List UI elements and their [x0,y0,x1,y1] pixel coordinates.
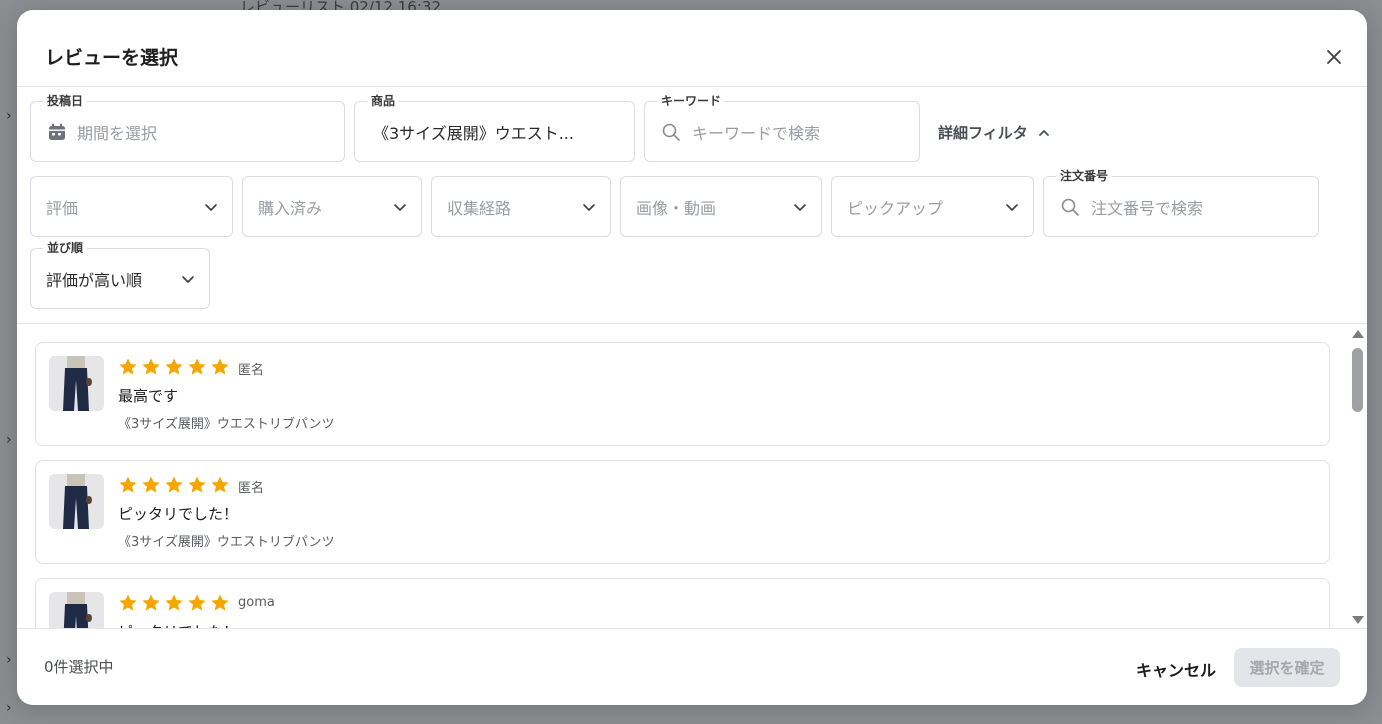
detail-filter-toggle[interactable]: 詳細フィルタ [938,122,1050,143]
star-icon [211,476,229,493]
search-icon [1061,198,1079,216]
media-select-placeholder: 画像・動画 [636,198,717,218]
product-thumbnail [49,356,104,411]
keyword-field-placeholder: キーワードで検索 [692,123,821,143]
chevron-right-icon: › [6,700,12,716]
review-list[interactable]: 匿名 最高です 《3サイズ展開》ウエストリブパンツ 匿名 ピッタリでした！ 《3サイズ展開… [17,324,1367,628]
chevron-down-icon [1006,203,1018,211]
rating-select-placeholder: 評価 [46,198,79,218]
product-thumbnail [49,592,104,628]
star-icon [211,358,229,375]
star-icon [119,594,137,611]
star-icon [165,358,183,375]
review-list-scrollbar[interactable] [1350,328,1365,628]
product-field[interactable]: 商品 《3サイズ展開》ウエスト... [354,93,635,162]
pickup-select-placeholder: ピックアップ [847,198,944,218]
purchased-select[interactable]: 購入済み [242,176,422,237]
date-range-field[interactable]: 投稿日 期間を選択 [30,93,345,162]
cancel-button[interactable]: キャンセル [1129,650,1223,688]
keyword-field[interactable]: キーワード キーワードで検索 [644,93,920,162]
review-author: 匿名 [238,363,265,378]
product-field-value: 《3サイズ展開》ウエスト... [373,123,574,143]
close-button[interactable] [1325,48,1343,66]
close-icon [1327,50,1341,64]
review-card[interactable]: 匿名ピッタリでした！ 《3サイズ展開》ウエストリブパンツ [35,460,1330,564]
star-icon [211,594,229,611]
calendar-icon [49,123,65,140]
review-author: goma [238,595,275,610]
confirm-selection-button[interactable]: 選択を確定 [1234,648,1340,687]
chevron-down-icon [205,203,217,211]
chevron-down-icon [583,203,595,211]
chevron-up-icon [1038,129,1049,136]
star-icon [188,358,206,375]
star-icon [142,594,160,611]
chevron-down-icon [182,275,194,283]
star-icon [165,594,183,611]
star-icon [119,358,137,375]
review-text: ピッタリでした！ [118,621,238,628]
channel-select[interactable]: 収集経路 [431,176,611,237]
scroll-down-arrow[interactable] [1352,616,1364,624]
review-card[interactable]: gomaピッタリでした！《3サイズ展開》ウエストリブパンツ [35,578,1330,628]
review-select-modal: レビューを選択 投稿日 期間を選択 商品 《3サイズ展開》ウエスト... キーワ… [17,10,1367,705]
date-field-label: 投稿日 [43,93,88,109]
detail-filter-label: 詳細フィルタ [938,124,1028,142]
star-rating [118,593,230,613]
modal-footer: 0件選択中 キャンセル 選択を確定 [17,628,1367,705]
star-icon [188,594,206,611]
sort-field-label: 並び順 [43,240,88,256]
modal-title: レビューを選択 [45,47,179,69]
date-field-placeholder: 期間を選択 [77,123,158,143]
order-number-field-label: 注文番号 [1056,168,1113,184]
sort-select-value: 評価が高い順 [46,270,143,290]
star-icon [119,476,137,493]
star-rating [118,475,230,495]
star-icon [188,476,206,493]
star-icon [142,358,160,375]
review-author: 匿名 [238,481,265,496]
sort-select[interactable]: 並び順 評価が高い順 [30,240,210,309]
search-icon [662,123,680,141]
chevron-right-icon: › [6,432,12,448]
rating-select[interactable]: 評価 [30,176,233,237]
product-thumbnail [49,474,104,529]
product-field-label: 商品 [367,93,400,109]
star-icon [165,476,183,493]
header-divider [17,86,1367,87]
chevron-right-icon: › [6,652,12,668]
scroll-thumb[interactable] [1352,348,1363,412]
channel-select-placeholder: 収集経路 [447,198,512,218]
review-product-name: 《3サイズ展開》ウエストリブパンツ [118,417,335,432]
scroll-up-arrow[interactable] [1352,330,1364,338]
keyword-field-label: キーワード [657,93,726,109]
star-rating [118,357,230,377]
media-select[interactable]: 画像・動画 [620,176,822,237]
selected-count: 0件選択中 [44,658,114,676]
chevron-down-icon [794,203,806,211]
order-number-field-placeholder: 注文番号で検索 [1091,198,1204,218]
chevron-right-icon: › [6,108,12,124]
chevron-down-icon [394,203,406,211]
order-number-field[interactable]: 注文番号 注文番号で検索 [1043,168,1319,237]
review-text: 最高です [118,387,179,405]
review-product-name: 《3サイズ展開》ウエストリブパンツ [118,535,335,550]
review-card[interactable]: 匿名最高です《3サイズ展開》ウエストリブパンツ [35,342,1330,446]
purchased-select-placeholder: 購入済み [258,198,323,218]
star-icon [142,476,160,493]
pickup-select[interactable]: ピックアップ [831,176,1034,237]
review-text: ピッタリでした！ [118,505,239,523]
